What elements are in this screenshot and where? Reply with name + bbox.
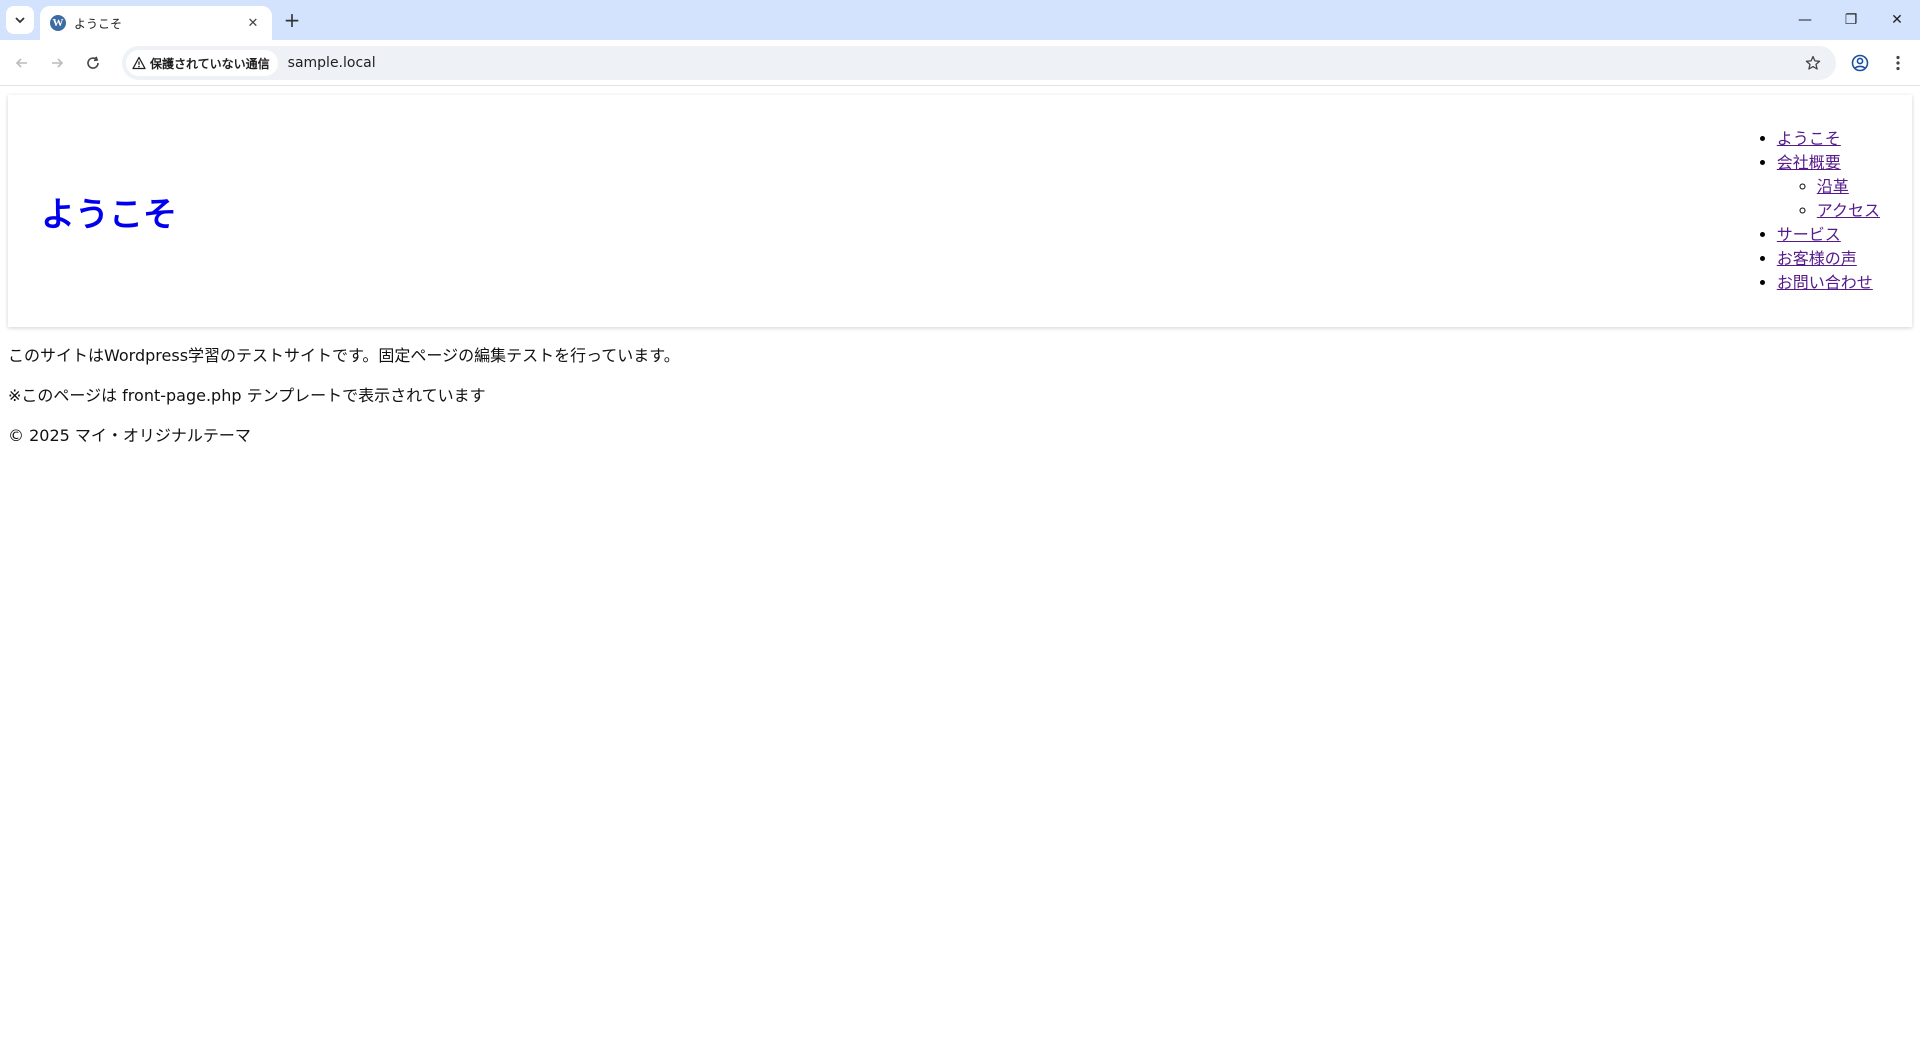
warning-icon [132,56,146,70]
nav-link-testimonials[interactable]: お客様の声 [1777,249,1857,268]
nav-link-company[interactable]: 会社概要 [1777,153,1841,172]
site-title: ようこそ [41,194,177,235]
browser-tab-strip: W ようこそ ✕ + — ❐ ✕ [0,0,1920,40]
nav-item: お客様の声 [1777,247,1880,271]
nav-link-access[interactable]: アクセス [1817,201,1880,220]
security-label: 保護されていない通信 [150,56,270,71]
tab-search-button[interactable] [6,6,34,34]
kebab-menu-icon [1896,55,1900,71]
url-text[interactable]: sample.local [288,55,376,71]
restore-button[interactable]: ❐ [1828,0,1874,40]
bookmark-button[interactable] [1800,50,1826,76]
tab-title: ようこそ [74,16,123,31]
global-nav: ようこそ 会社概要 沿革 アクセス サービス [1737,127,1880,295]
nav-item: サービス [1777,223,1880,247]
nav-link-history[interactable]: 沿革 [1817,177,1849,196]
new-tab-button[interactable]: + [280,8,304,32]
wordpress-icon: W [50,15,66,31]
kebab-menu-button[interactable] [1884,49,1912,77]
nav-link-contact[interactable]: お問い合わせ [1777,273,1873,292]
reload-icon [87,56,99,69]
nav-sublist: 沿革 アクセス [1777,175,1880,223]
template-note: ※このページは front-page.php テンプレートで表示されています [8,386,486,405]
intro-paragraph: このサイトはWordpress学習のテストサイトです。固定ページの編集テストを行… [8,346,680,365]
nav-subitem: 沿革 [1817,175,1880,199]
address-bar[interactable]: 保護されていない通信 sample.local [122,46,1836,80]
nav-link-welcome[interactable]: ようこそ [1777,129,1841,148]
nav-item: ようこそ [1777,127,1880,151]
security-indicator[interactable]: 保護されていない通信 [126,50,278,76]
browser-toolbar: 保護されていない通信 sample.local [0,40,1920,86]
arrow-right-icon [52,58,64,68]
page-content: このサイトはWordpress学習のテストサイトです。固定ページの編集テストを行… [8,344,680,448]
window-controls: — ❐ ✕ [1782,0,1920,40]
close-tab-icon[interactable]: ✕ [244,14,262,32]
nav-item: お問い合わせ [1777,271,1880,295]
site-footer: © 2025 マイ・オリジナルテーマ [8,426,251,445]
site-header: ようこそ ようこそ 会社概要 沿革 アクセス [8,95,1912,327]
nav-subitem: アクセス [1817,199,1880,223]
back-button[interactable] [8,49,36,77]
star-icon [1805,55,1821,70]
chevron-down-icon [15,17,25,24]
forward-button[interactable] [43,49,71,77]
arrow-left-icon [15,58,27,68]
nav-item: 会社概要 沿革 アクセス [1777,151,1880,223]
minimize-button[interactable]: — [1782,0,1828,40]
browser-tab-active[interactable]: W ようこそ ✕ [40,6,272,40]
nav-link-service[interactable]: サービス [1777,225,1841,244]
reload-button[interactable] [79,49,107,77]
nav-list: ようこそ 会社概要 沿革 アクセス サービス [1737,127,1880,295]
page-viewport: ようこそ ようこそ 会社概要 沿革 アクセス [0,87,1920,1040]
profile-button[interactable] [1846,49,1874,77]
profile-icon [1851,54,1869,72]
close-window-button[interactable]: ✕ [1874,0,1920,40]
